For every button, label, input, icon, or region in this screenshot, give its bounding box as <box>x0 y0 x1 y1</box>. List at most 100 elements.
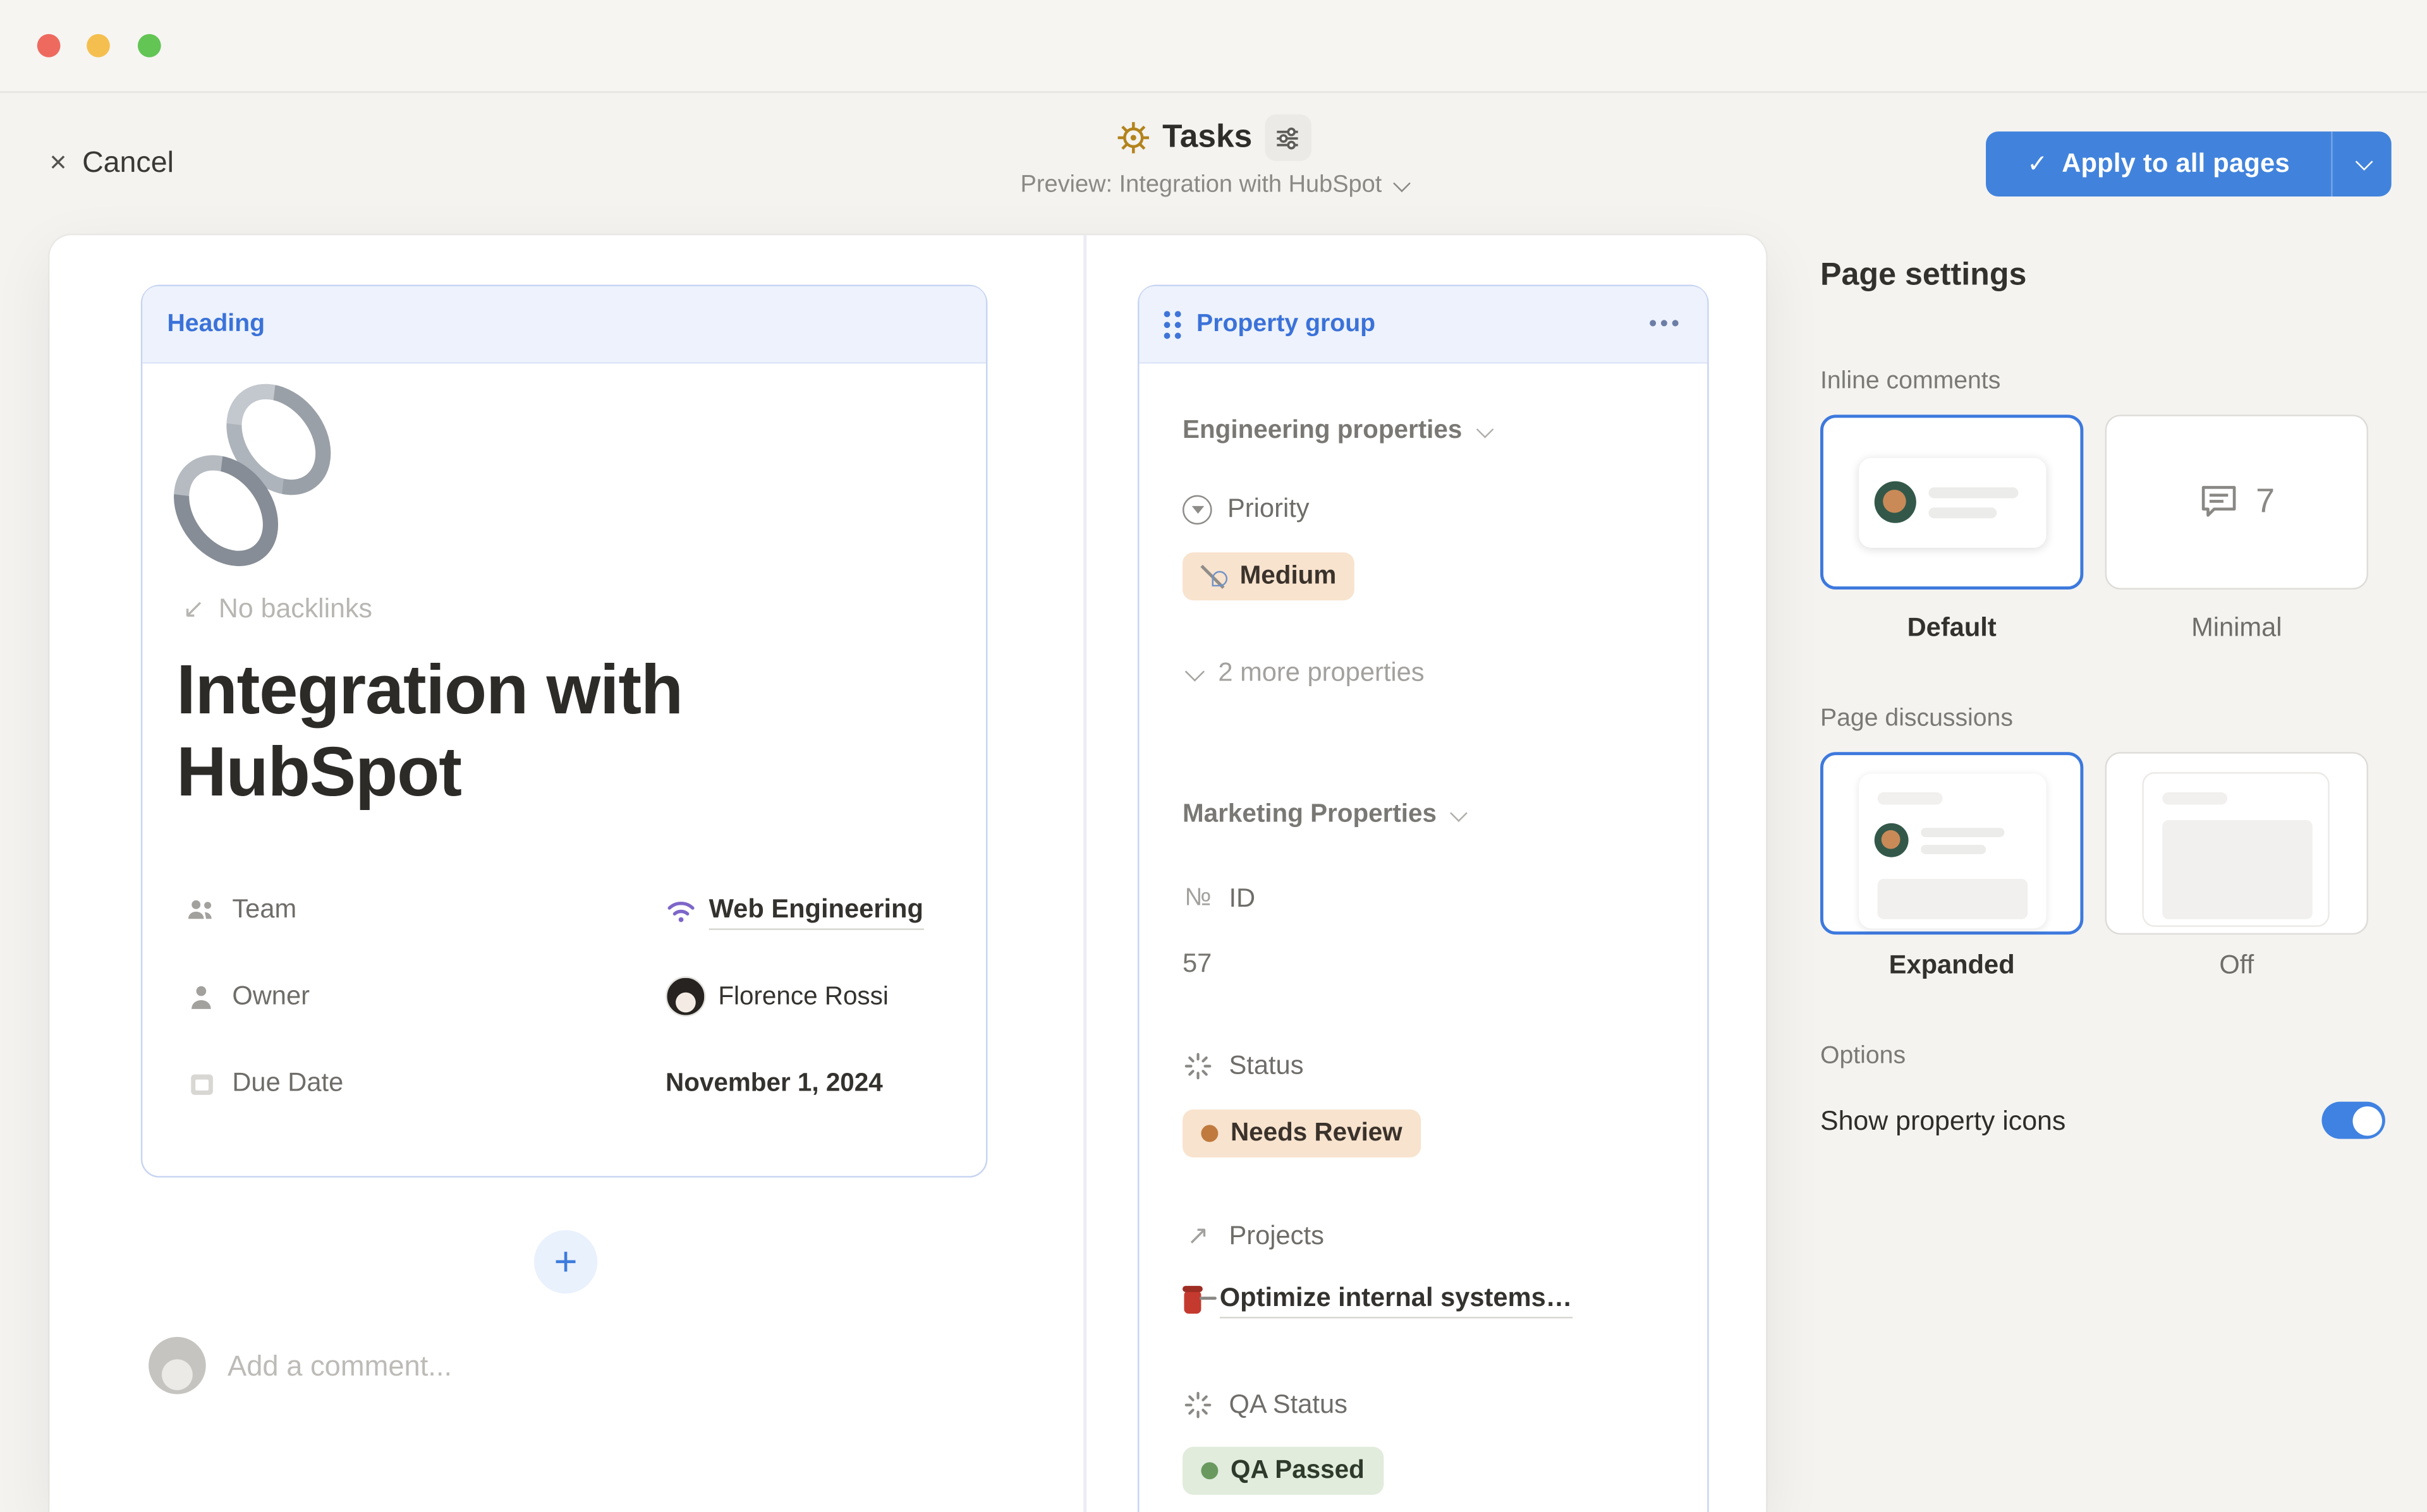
section-title: Marketing Properties <box>1183 800 1437 830</box>
more-properties-toggle[interactable]: 2 more properties <box>1186 658 1425 689</box>
calendar-icon <box>183 1070 220 1096</box>
heading-card-header: Heading <box>142 286 986 363</box>
fire-extinguisher-icon <box>1183 1285 1206 1314</box>
numero-icon: № <box>1183 885 1214 913</box>
chevron-down-icon <box>1476 420 1493 438</box>
priority-value-pill[interactable]: Medium <box>1183 552 1355 600</box>
heading-block-card[interactable]: Heading ↙ No backlinks Integration with … <box>141 285 988 1178</box>
backlink-arrow-icon: ↙ <box>183 593 205 624</box>
relation-arrow-icon: ↗ <box>1183 1221 1214 1252</box>
id-label: ID <box>1229 883 1255 914</box>
inline-comments-option-default[interactable] <box>1820 414 2083 590</box>
owner-value[interactable]: Florence Rossi <box>666 976 889 1017</box>
priority-row: Priority <box>1183 493 1310 524</box>
wifi-icon <box>666 897 696 923</box>
mini-page-preview <box>1859 773 2046 928</box>
team-value[interactable]: Web Engineering <box>666 890 923 930</box>
customize-layout-button[interactable] <box>1265 114 1311 160</box>
qa-status-value-pill[interactable]: QA Passed <box>1183 1447 1383 1495</box>
window-titlebar <box>0 0 2427 93</box>
status-value-pill[interactable]: Needs Review <box>1183 1110 1421 1158</box>
section-marketing[interactable]: Marketing Properties <box>1183 800 1463 830</box>
apply-split-button: ✓ Apply to all pages <box>1986 131 2392 197</box>
section-title: Engineering properties <box>1183 416 1462 446</box>
chevron-down-icon <box>1394 175 1411 193</box>
cancel-label: Cancel <box>82 145 174 183</box>
property-row-team: Team <box>183 890 296 930</box>
property-group-header: Property group ••• <box>1139 286 1707 363</box>
options-label: Options <box>1820 1043 1906 1071</box>
property-group-card[interactable]: Property group ••• Engineering propertie… <box>1138 285 1709 1512</box>
property-row-due-date: Due Date <box>183 1063 343 1103</box>
option-caption-off: Off <box>2105 950 2368 981</box>
page-discussions-option-off[interactable] <box>2105 752 2368 934</box>
owner-avatar <box>666 976 706 1017</box>
apply-dropdown-button[interactable] <box>2333 131 2392 197</box>
projects-label: Projects <box>1229 1221 1323 1252</box>
page-discussions-option-expanded[interactable] <box>1820 752 2083 934</box>
page-preview-surface: Heading ↙ No backlinks Integration with … <box>49 235 1766 1512</box>
comment-bubble-icon <box>2198 481 2240 522</box>
chain-link-icon <box>170 379 371 580</box>
more-menu-icon[interactable]: ••• <box>1649 311 1682 337</box>
spinner-icon <box>1183 1391 1214 1419</box>
add-block-button[interactable]: + <box>534 1230 597 1293</box>
property-group-body: Engineering properties Priority Medium 2… <box>1139 364 1707 1512</box>
check-icon: ✓ <box>2027 148 2048 179</box>
priority-label: Priority <box>1227 493 1310 524</box>
cancel-button[interactable]: × Cancel <box>49 145 174 183</box>
project-link-row[interactable]: Optimize internal systems… <box>1183 1279 1572 1318</box>
due-date-value[interactable]: November 1, 2024 <box>666 1063 883 1103</box>
app-window: × Cancel Tasks <box>0 0 2427 1512</box>
qa-status-label: QA Status <box>1229 1389 1347 1420</box>
qa-status-value: QA Passed <box>1231 1456 1365 1485</box>
page-discussions-label: Page discussions <box>1820 706 2013 734</box>
ship-wheel-icon <box>1116 121 1150 155</box>
option-caption-default: Default <box>1820 613 2083 644</box>
toggle-knob <box>2352 1106 2381 1135</box>
inline-comments-label: Inline comments <box>1820 368 2000 396</box>
person-icon <box>183 983 220 1010</box>
select-icon <box>1183 494 1212 524</box>
section-engineering[interactable]: Engineering properties <box>1183 416 1488 446</box>
page-settings-title: Page settings <box>1820 257 2026 294</box>
project-link[interactable]: Optimize internal systems… <box>1220 1279 1572 1318</box>
due-date-text: November 1, 2024 <box>666 1068 883 1098</box>
inline-comments-option-minimal[interactable]: 7 <box>2105 414 2368 590</box>
window-minimize-button[interactable] <box>87 34 110 57</box>
preview-selector[interactable]: Preview: Integration with HubSpot <box>1021 172 1407 200</box>
status-row: Status <box>1183 1051 1304 1082</box>
plus-icon: + <box>554 1240 578 1281</box>
option-caption-minimal: Minimal <box>2105 613 2368 644</box>
status-value: Needs Review <box>1231 1119 1402 1149</box>
property-label: Due Date <box>232 1068 343 1099</box>
backlinks-text: No backlinks <box>219 593 372 625</box>
comment-input-row[interactable]: Add a comment... <box>149 1337 452 1394</box>
comment-placeholder: Add a comment... <box>228 1348 452 1382</box>
property-row-owner: Owner <box>183 976 310 1017</box>
team-link[interactable]: Web Engineering <box>709 890 923 929</box>
window-zoom-button[interactable] <box>138 34 161 57</box>
comment-avatar <box>149 1337 206 1394</box>
preview-label: Preview: Integration with HubSpot <box>1021 172 1382 200</box>
chevron-down-icon <box>1185 661 1205 680</box>
heading-card-body: ↙ No backlinks Integration with HubSpot … <box>142 364 986 1180</box>
id-value[interactable]: 57 <box>1183 948 1212 979</box>
window-close-button[interactable] <box>37 34 61 57</box>
qa-status-dot <box>1201 1462 1218 1479</box>
needle-icon <box>1201 563 1227 590</box>
avatar <box>1875 823 1909 857</box>
id-row: № ID <box>1183 883 1255 914</box>
option-caption-expanded: Expanded <box>1820 950 2083 981</box>
document-title: Tasks <box>1162 119 1252 157</box>
drag-handle-icon[interactable] <box>1164 310 1181 338</box>
property-label: Team <box>232 895 296 926</box>
show-property-icons-toggle[interactable] <box>2321 1102 2385 1139</box>
close-icon: × <box>49 145 66 183</box>
heading-card-label: Heading <box>167 310 265 338</box>
apply-to-all-pages-button[interactable]: ✓ Apply to all pages <box>1986 131 2331 197</box>
qa-status-row: QA Status <box>1183 1389 1347 1420</box>
team-icon <box>183 897 220 922</box>
backlinks-row[interactable]: ↙ No backlinks <box>183 593 372 625</box>
property-group-label: Property group <box>1196 310 1375 338</box>
